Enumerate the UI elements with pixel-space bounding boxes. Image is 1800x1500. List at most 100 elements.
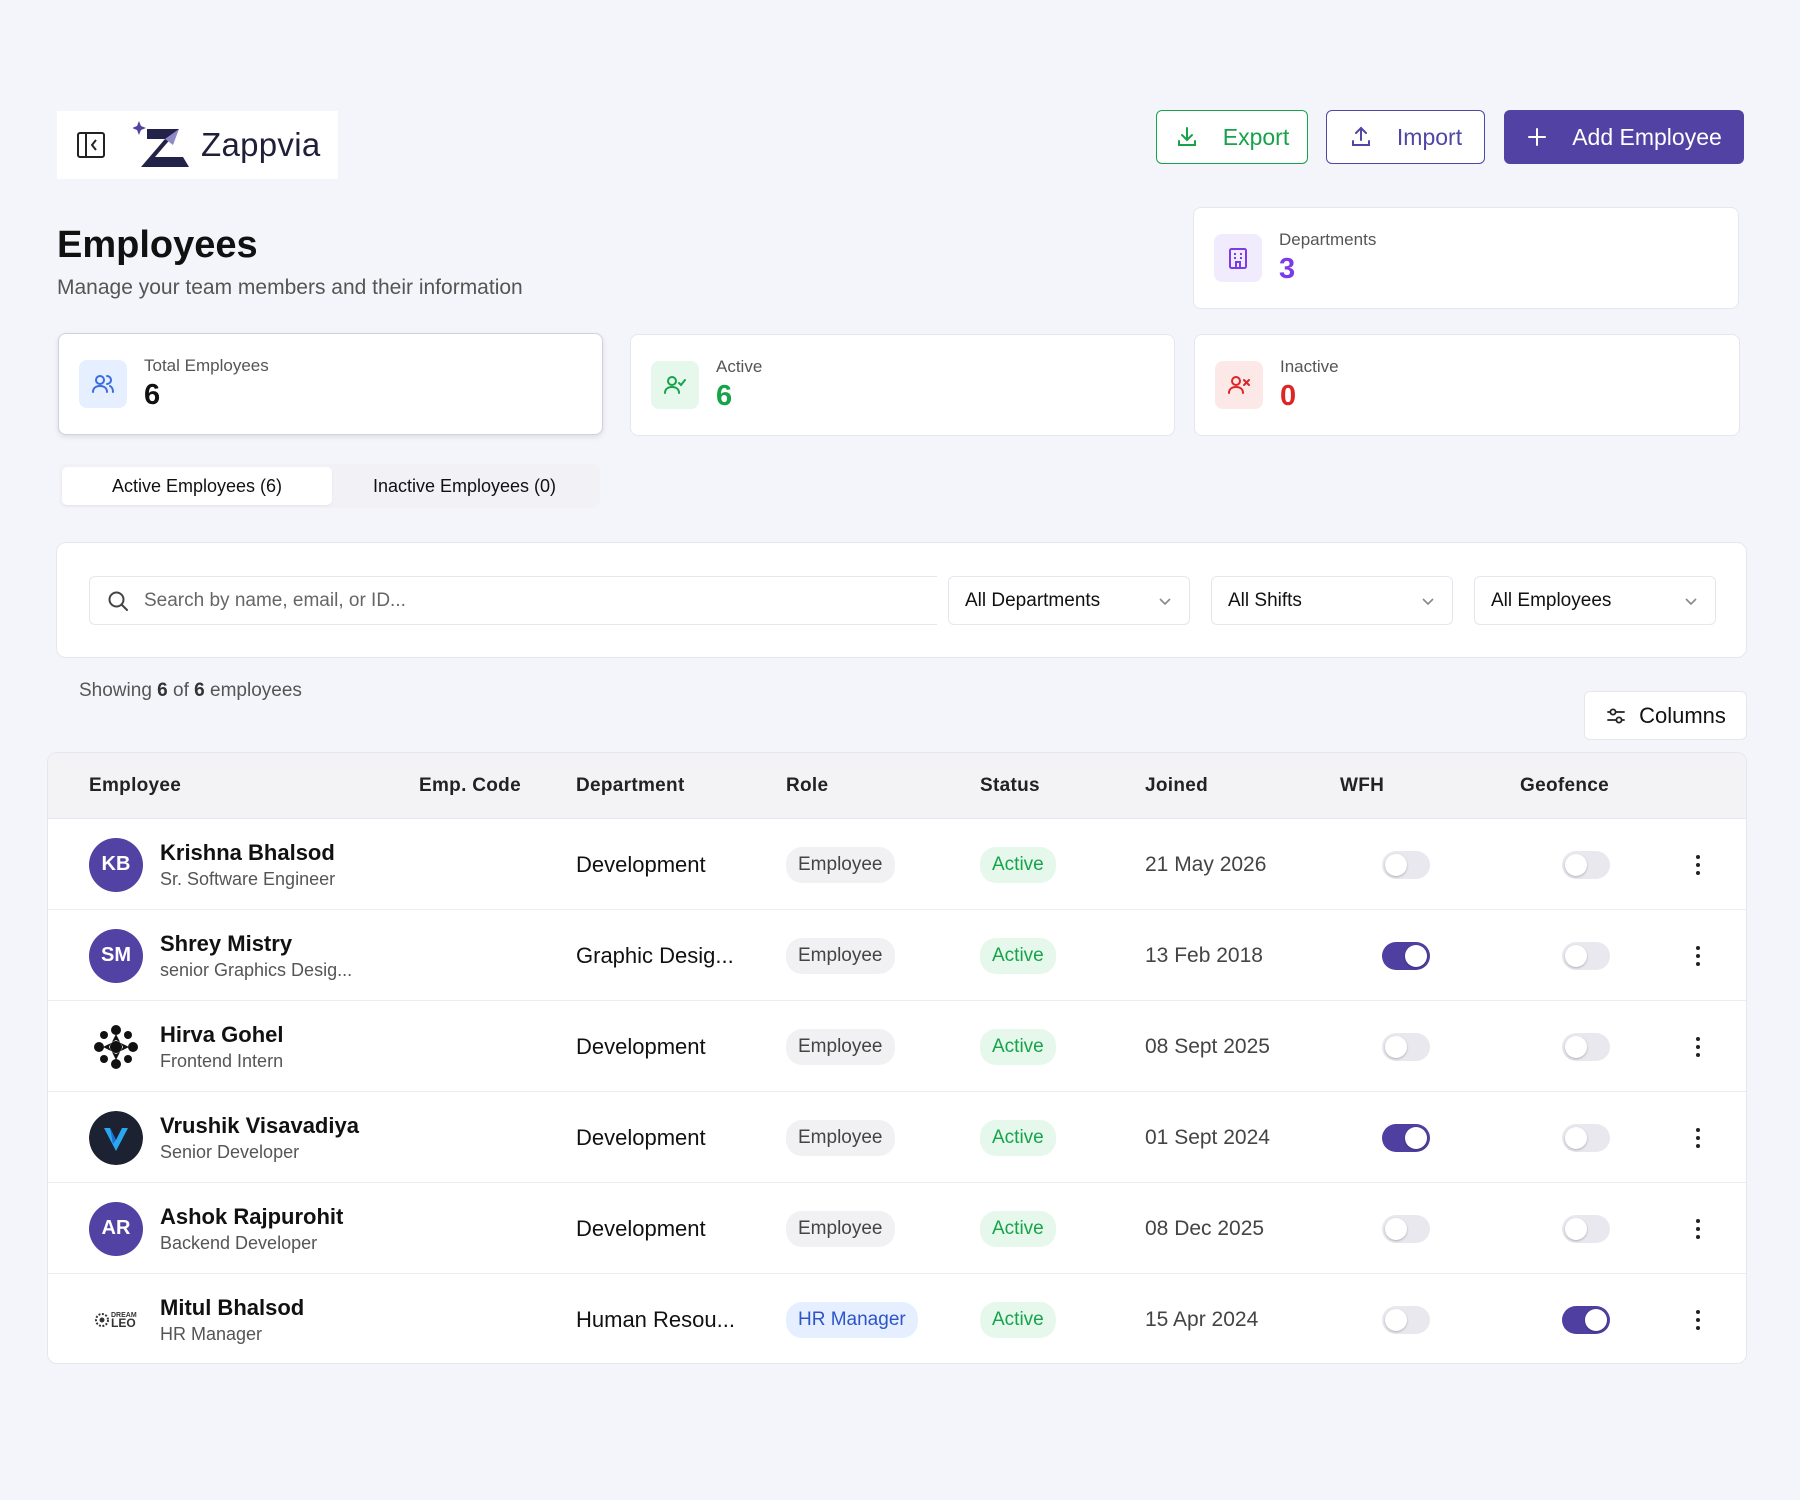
search-input[interactable] (144, 589, 844, 612)
employee-type-select[interactable]: All Employees (1474, 576, 1716, 625)
columns-button[interactable]: Columns (1584, 691, 1747, 740)
status-badge: Active (980, 1028, 1056, 1065)
department-cell: Development (576, 1033, 706, 1059)
employee-name[interactable]: Krishna Bhalsod (160, 840, 335, 866)
avatar[interactable]: SM (89, 928, 143, 983)
employee-name[interactable]: Shrey Mistry (160, 931, 352, 957)
table-row[interactable]: AR Ashok Rajpurohit Backend Developer De… (48, 1183, 1746, 1274)
status-badge: Active (980, 1119, 1056, 1156)
wfh-toggle[interactable] (1382, 1032, 1430, 1061)
header-employee[interactable]: Employee (89, 753, 181, 819)
status-badge: Active (980, 1301, 1056, 1338)
actions-cell (1686, 1092, 1710, 1183)
stat-label-active: Active (716, 357, 763, 377)
add-employee-button[interactable]: Add Employee (1504, 110, 1744, 164)
avatar[interactable]: DREAM LEO (89, 1292, 143, 1347)
wfh-toggle[interactable] (1382, 941, 1430, 970)
employees-table: Employee Emp. Code Department Role Statu… (47, 752, 1747, 1364)
stat-card-departments[interactable]: Departments 3 (1193, 207, 1739, 309)
table-row[interactable]: Vrushik Visavadiya Senior Developer Deve… (48, 1092, 1746, 1183)
geofence-toggle[interactable] (1562, 1214, 1610, 1243)
status-cell: Active (980, 819, 1056, 910)
toggle-knob (1385, 853, 1407, 876)
import-label: Import (1396, 123, 1463, 150)
employee-title: HR Manager (160, 1323, 263, 1344)
geofence-toggle[interactable] (1562, 850, 1610, 879)
export-label: Export (1222, 123, 1290, 150)
export-button[interactable]: Export (1156, 110, 1308, 164)
wfh-toggle[interactable] (1382, 1123, 1430, 1152)
chevron-down-icon (1422, 597, 1434, 605)
toggle-knob (1565, 853, 1587, 876)
table-row[interactable]: DREAM LEO Mitul Bhalsod HR Manager Human … (48, 1274, 1746, 1363)
role-cell: Employee (786, 1183, 895, 1274)
geofence-cell (1562, 819, 1610, 910)
filter-panel: All Departments All Shifts All Employees (56, 542, 1747, 658)
svg-text:LEO: LEO (111, 1316, 136, 1330)
role-badge: Employee (786, 1119, 895, 1156)
avatar[interactable]: KB (89, 837, 143, 892)
header-role[interactable]: Role (786, 753, 828, 819)
header-wfh[interactable]: WFH (1340, 753, 1384, 819)
chevron-down-icon (1159, 597, 1171, 605)
shift-select[interactable]: All Shifts (1211, 576, 1453, 625)
avatar[interactable] (89, 1110, 143, 1165)
table-row[interactable]: Hirva Gohel Frontend Intern Development … (48, 1001, 1746, 1092)
more-options-icon[interactable] (1686, 936, 1710, 976)
tab-active-employees[interactable]: Active Employees (6) (62, 467, 332, 505)
more-options-icon[interactable] (1686, 1300, 1710, 1340)
geofence-toggle[interactable] (1562, 1032, 1610, 1061)
stat-card-total[interactable]: Total Employees 6 (58, 333, 603, 435)
employee-name[interactable]: Hirva Gohel (160, 1022, 283, 1048)
logo[interactable]: Zappvia (133, 119, 321, 171)
header-status[interactable]: Status (980, 753, 1040, 819)
joined-cell: 15 Apr 2024 (1145, 1307, 1259, 1331)
employee-title: Sr. Software Engineer (160, 868, 336, 889)
toggle-knob (1565, 944, 1587, 967)
status-cell: Active (980, 1274, 1056, 1363)
more-options-icon[interactable] (1686, 1209, 1710, 1249)
toggle-knob (1565, 1217, 1587, 1240)
status-badge: Active (980, 1210, 1056, 1247)
header-emp-code[interactable]: Emp. Code (419, 753, 521, 819)
more-options-icon[interactable] (1686, 1118, 1710, 1158)
header-joined[interactable]: Joined (1145, 753, 1208, 819)
search-icon (108, 591, 128, 611)
employee-name[interactable]: Vrushik Visavadiya (160, 1113, 359, 1139)
joined-cell: 08 Dec 2025 (1145, 1216, 1265, 1240)
employee-cell: Vrushik Visavadiya Senior Developer (89, 1092, 359, 1183)
header-department[interactable]: Department (576, 753, 685, 819)
avatar[interactable]: AR (89, 1201, 143, 1256)
stat-label-departments: Departments (1279, 230, 1377, 250)
avatar-dreamleo-logo-icon: DREAMLEO (89, 1292, 143, 1347)
wfh-toggle[interactable] (1382, 1214, 1430, 1243)
employee-cell: SM Shrey Mistry senior Graphics Desig... (89, 910, 352, 1001)
import-button[interactable]: Import (1326, 110, 1485, 164)
wfh-toggle[interactable] (1382, 850, 1430, 879)
geofence-toggle[interactable] (1562, 1305, 1610, 1334)
avatar[interactable] (89, 1019, 143, 1074)
department-select[interactable]: All Departments (948, 576, 1190, 625)
table-row[interactable]: KB Krishna Bhalsod Sr. Software Engineer… (48, 819, 1746, 910)
geofence-toggle[interactable] (1562, 941, 1610, 970)
role-cell: HR Manager (786, 1274, 918, 1363)
tab-inactive-employees[interactable]: Inactive Employees (0) (332, 467, 597, 505)
stat-card-inactive[interactable]: Inactive 0 (1194, 334, 1740, 436)
stat-card-active[interactable]: Active 6 (630, 334, 1175, 436)
employee-name[interactable]: Mitul Bhalsod (160, 1295, 304, 1321)
more-options-icon[interactable] (1686, 845, 1710, 885)
wfh-toggle[interactable] (1382, 1305, 1430, 1334)
table-body: KB Krishna Bhalsod Sr. Software Engineer… (48, 819, 1746, 1363)
search-box[interactable] (89, 576, 937, 625)
employee-name[interactable]: Ashok Rajpurohit (160, 1204, 343, 1230)
more-options-icon[interactable] (1686, 1027, 1710, 1067)
geofence-cell (1562, 1183, 1610, 1274)
role-badge: Employee (786, 1210, 895, 1247)
page-subtitle: Manage your team members and their infor… (57, 276, 523, 299)
actions-cell (1686, 1183, 1710, 1274)
columns-label: Columns (1639, 702, 1726, 728)
header-geofence[interactable]: Geofence (1520, 753, 1609, 819)
geofence-toggle[interactable] (1562, 1123, 1610, 1152)
table-row[interactable]: SM Shrey Mistry senior Graphics Desig...… (48, 910, 1746, 1001)
sidebar-toggle-icon[interactable] (75, 129, 107, 161)
